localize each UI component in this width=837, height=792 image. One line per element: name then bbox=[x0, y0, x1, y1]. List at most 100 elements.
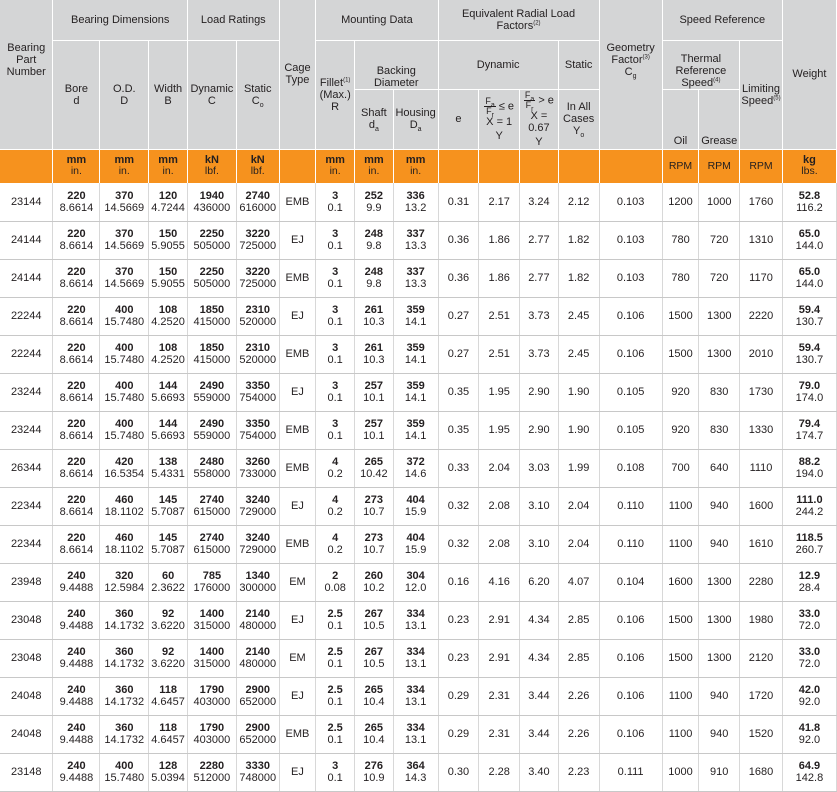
cell-od-imperial: 15.7480 bbox=[104, 316, 145, 328]
cell-dynamic-rating-metric: 1850 bbox=[199, 342, 225, 354]
cell-y0: 1.90 bbox=[558, 411, 600, 450]
cell-limiting-speed-value: 2010 bbox=[748, 348, 774, 360]
cell-dynamic-rating: 2480 558000 bbox=[187, 449, 237, 488]
cell-od-metric: 360 bbox=[115, 608, 134, 620]
cell-width: 108 4.2520 bbox=[148, 297, 188, 336]
header-speed-reference: Speed Reference bbox=[662, 0, 783, 41]
cell-dynamic-rating: 1850 415000 bbox=[187, 335, 237, 374]
cell-static-rating: 2140 480000 bbox=[236, 601, 280, 640]
cell-housing-diameter-metric: 359 bbox=[406, 418, 425, 430]
cell-od: 420 16.5354 bbox=[99, 449, 150, 488]
cell-fillet: 3 0.1 bbox=[315, 335, 355, 374]
cell-geometry-factor-value: 0.106 bbox=[616, 728, 645, 740]
table-row: 26344 220 8.6614 420 16.5354 138 5.4331 2480 558… bbox=[0, 449, 837, 488]
cell-weight-metric: 111.0 bbox=[796, 494, 823, 506]
cell-y-gt-e: 3.10 bbox=[519, 525, 559, 564]
cell-od: 400 15.7480 bbox=[99, 411, 150, 450]
cell-grease-speed: 830 bbox=[698, 411, 741, 450]
cell-geometry-factor: 0.103 bbox=[599, 259, 663, 298]
cell-fillet-imperial: 0.1 bbox=[327, 316, 343, 328]
cell-static-rating-metric: 2140 bbox=[245, 608, 270, 620]
unit-cell bbox=[0, 149, 54, 183]
cell-e-value: 0.16 bbox=[447, 576, 470, 588]
cell-weight: 118.5 260.7 bbox=[782, 525, 837, 564]
cell-dynamic-rating-metric: 2740 bbox=[199, 494, 225, 506]
cell-static-rating: 3330 748000 bbox=[236, 753, 280, 792]
table-body: 23144 220 8.6614 370 14.5669 120 4.7244 1940 436… bbox=[0, 183, 837, 792]
cell-static-rating-imperial: 725000 bbox=[239, 278, 277, 290]
cell-y0-value: 2.85 bbox=[567, 614, 590, 626]
cell-shaft-diameter: 265 10.4 bbox=[354, 677, 394, 716]
cell-dynamic-rating-metric: 2480 bbox=[199, 456, 225, 468]
cell-housing-diameter: 304 12.0 bbox=[393, 563, 439, 602]
cell-weight-imperial: 116.2 bbox=[796, 201, 823, 214]
cell-width-imperial: 4.2520 bbox=[151, 316, 185, 328]
cell-geometry-factor: 0.106 bbox=[599, 677, 663, 716]
cell-od-metric: 460 bbox=[115, 494, 134, 506]
header-oil: Oil bbox=[662, 89, 700, 150]
cell-static-rating-imperial: 748000 bbox=[239, 772, 277, 784]
cell-cage-type-value: EMB bbox=[285, 348, 310, 360]
cell-weight-imperial: 72.0 bbox=[798, 620, 821, 632]
header-width: Width B bbox=[148, 40, 188, 150]
cell-grease-speed-value: 830 bbox=[710, 386, 729, 398]
cell-cage-type: EJ bbox=[279, 601, 317, 640]
cell-limiting-speed: 1600 bbox=[739, 487, 783, 526]
cell-dynamic-rating-metric: 2490 bbox=[199, 418, 225, 430]
cell-part-number: 24144 bbox=[0, 221, 54, 260]
cell-part-number-value: 23144 bbox=[10, 195, 42, 208]
cell-grease-speed: 1300 bbox=[698, 563, 741, 602]
table-row: 24048 240 9.4488 360 14.1732 118 4.6457 1790 403… bbox=[0, 715, 837, 754]
cell-limiting-speed: 1610 bbox=[739, 525, 783, 564]
cell-y-le-e: 2.51 bbox=[478, 335, 521, 374]
cell-bore: 220 8.6614 bbox=[52, 259, 101, 298]
cell-od-metric: 400 bbox=[115, 418, 134, 430]
cell-fillet-metric: 2.5 bbox=[327, 608, 343, 620]
cell-geometry-factor-value: 0.108 bbox=[616, 462, 645, 474]
cell-y-gt-e: 2.90 bbox=[519, 411, 559, 450]
table-row: 24144 220 8.6614 370 14.5669 150 5.9055 2250 505… bbox=[0, 259, 837, 298]
cell-grease-speed: 1300 bbox=[698, 297, 741, 336]
cell-housing-diameter: 372 14.6 bbox=[393, 449, 439, 488]
cell-geometry-factor: 0.104 bbox=[599, 563, 663, 602]
cell-static-rating-imperial: 300000 bbox=[239, 582, 277, 594]
cell-weight: 79.0 174.0 bbox=[782, 373, 837, 412]
cell-part-number: 26344 bbox=[0, 449, 54, 488]
cell-bore-metric: 240 bbox=[67, 646, 86, 658]
cell-grease-speed: 940 bbox=[698, 487, 741, 526]
cell-shaft-diameter-imperial: 9.8 bbox=[366, 240, 382, 252]
header-geometry-factor: Geometry Factor(3) Cg bbox=[599, 0, 663, 150]
cell-width-imperial: 5.7087 bbox=[151, 544, 185, 556]
cell-fillet: 4 0.2 bbox=[315, 449, 355, 488]
cell-weight-metric: 33.0 bbox=[798, 646, 821, 658]
cell-y0-value: 2.26 bbox=[567, 690, 590, 702]
cell-dynamic-rating-imperial: 559000 bbox=[193, 392, 231, 404]
cell-housing-diameter-imperial: 13.1 bbox=[404, 658, 427, 670]
cell-limiting-speed-value: 1980 bbox=[748, 614, 774, 626]
cell-weight-imperial: 72.0 bbox=[798, 658, 821, 670]
cell-shaft-diameter-imperial: 10.2 bbox=[363, 582, 385, 594]
cell-e: 0.29 bbox=[438, 677, 480, 716]
cell-oil-speed-value: 700 bbox=[671, 462, 690, 474]
cell-oil-speed: 780 bbox=[662, 259, 700, 298]
cell-width-imperial: 4.6457 bbox=[151, 734, 185, 746]
cell-width-metric: 118 bbox=[159, 722, 177, 734]
cell-e: 0.35 bbox=[438, 411, 480, 450]
unit-cell: RPM bbox=[739, 149, 783, 183]
cell-y-le-e: 1.86 bbox=[478, 221, 521, 260]
table-header: Bearing Part Number Bearing Dimensions L… bbox=[0, 0, 837, 150]
cell-static-rating-imperial: 652000 bbox=[239, 734, 277, 746]
cell-fillet-metric: 3 bbox=[332, 342, 339, 354]
cell-shaft-diameter: 248 9.8 bbox=[354, 259, 394, 298]
cell-width: 145 5.7087 bbox=[148, 487, 188, 526]
cell-geometry-factor-value: 0.105 bbox=[616, 386, 645, 398]
cell-e-value: 0.27 bbox=[447, 348, 470, 360]
cell-weight-metric: 65.0 bbox=[798, 266, 821, 278]
cell-bore: 220 8.6614 bbox=[52, 297, 101, 336]
cell-geometry-factor-value: 0.105 bbox=[616, 424, 645, 436]
cell-geometry-factor: 0.110 bbox=[599, 487, 663, 526]
cell-static-rating-metric: 2900 bbox=[245, 684, 270, 696]
cell-housing-diameter-imperial: 13.3 bbox=[404, 278, 427, 290]
cell-y0: 2.26 bbox=[558, 715, 600, 754]
cell-housing-diameter: 337 13.3 bbox=[393, 259, 439, 298]
